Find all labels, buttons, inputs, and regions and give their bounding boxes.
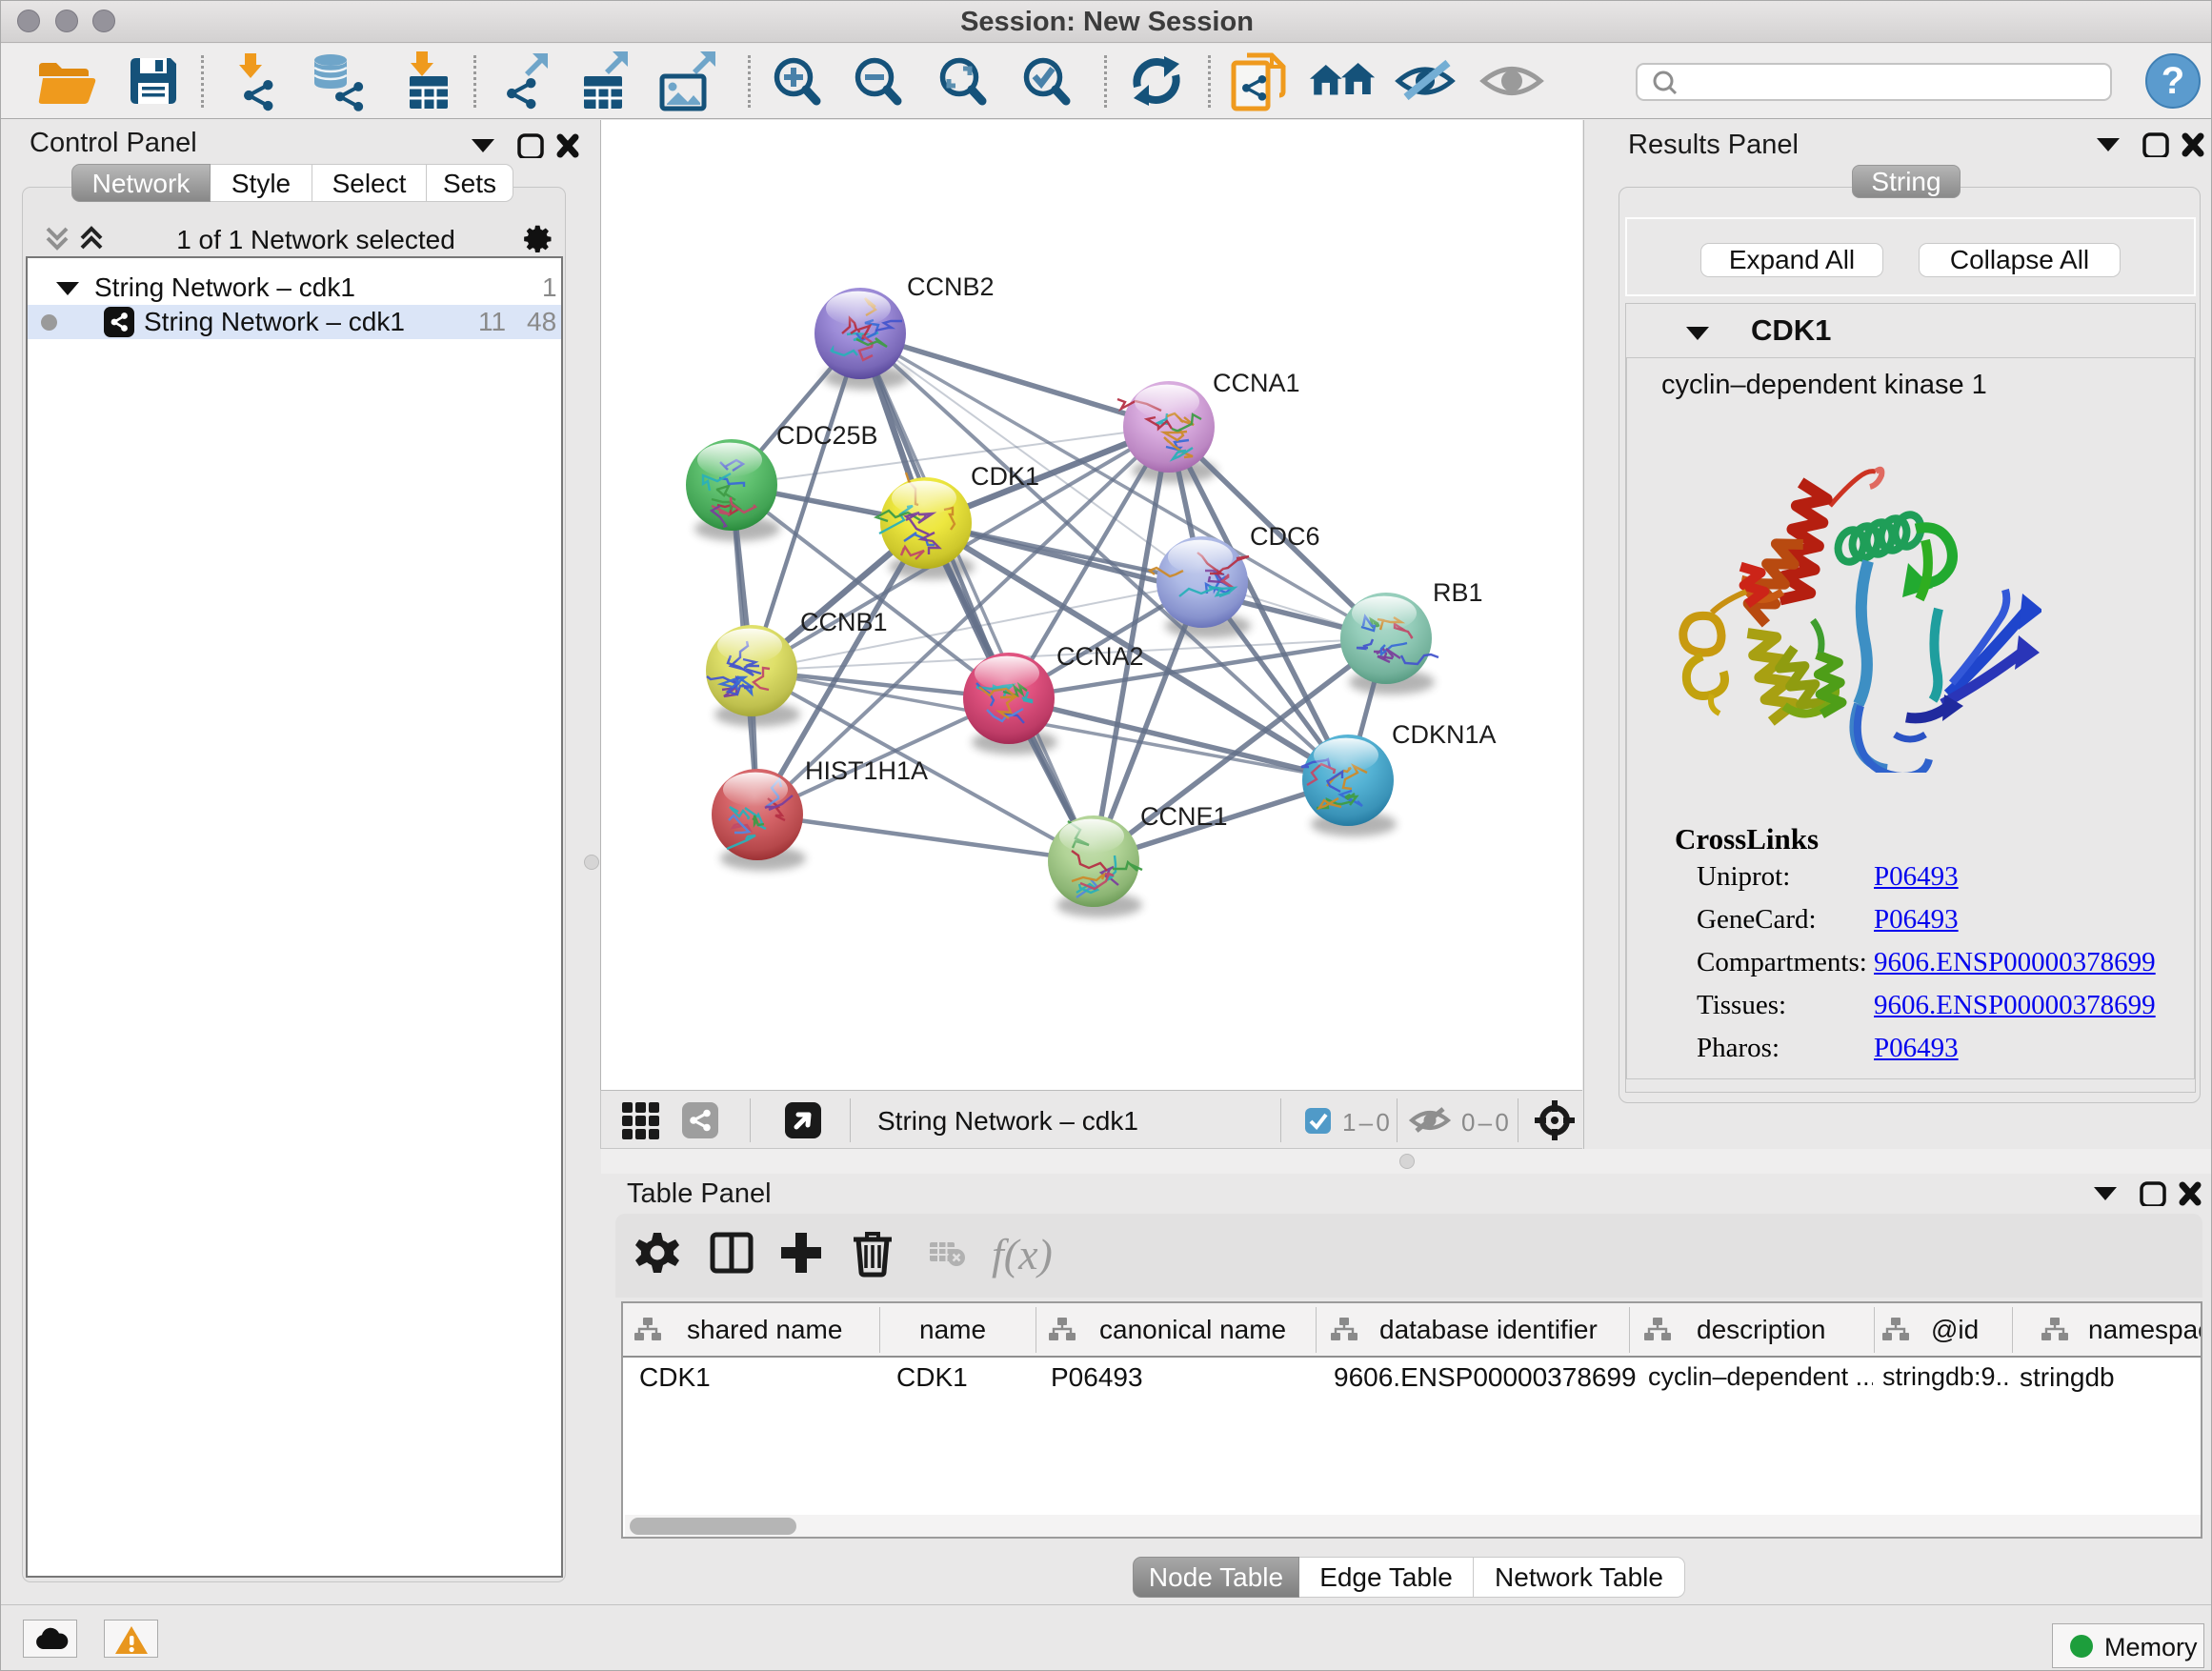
svg-text:f(x): f(x): [992, 1230, 1053, 1278]
svg-text:CCNB2: CCNB2: [907, 272, 995, 301]
svg-text:CDKN1A: CDKN1A: [1392, 720, 1497, 749]
svg-text:CCNE1: CCNE1: [1140, 802, 1228, 831]
svg-text:CCNB1: CCNB1: [800, 608, 888, 636]
svg-text:CCNA1: CCNA1: [1213, 369, 1300, 397]
svg-text:CDK1: CDK1: [971, 462, 1039, 491]
svg-text:CDC6: CDC6: [1250, 522, 1320, 551]
svg-text:CCNA2: CCNA2: [1056, 642, 1144, 671]
svg-text:RB1: RB1: [1433, 578, 1483, 607]
svg-text:CDC25B: CDC25B: [776, 421, 878, 450]
svg-text:HIST1H1A: HIST1H1A: [805, 756, 928, 785]
svg-text:?: ?: [2162, 60, 2184, 102]
